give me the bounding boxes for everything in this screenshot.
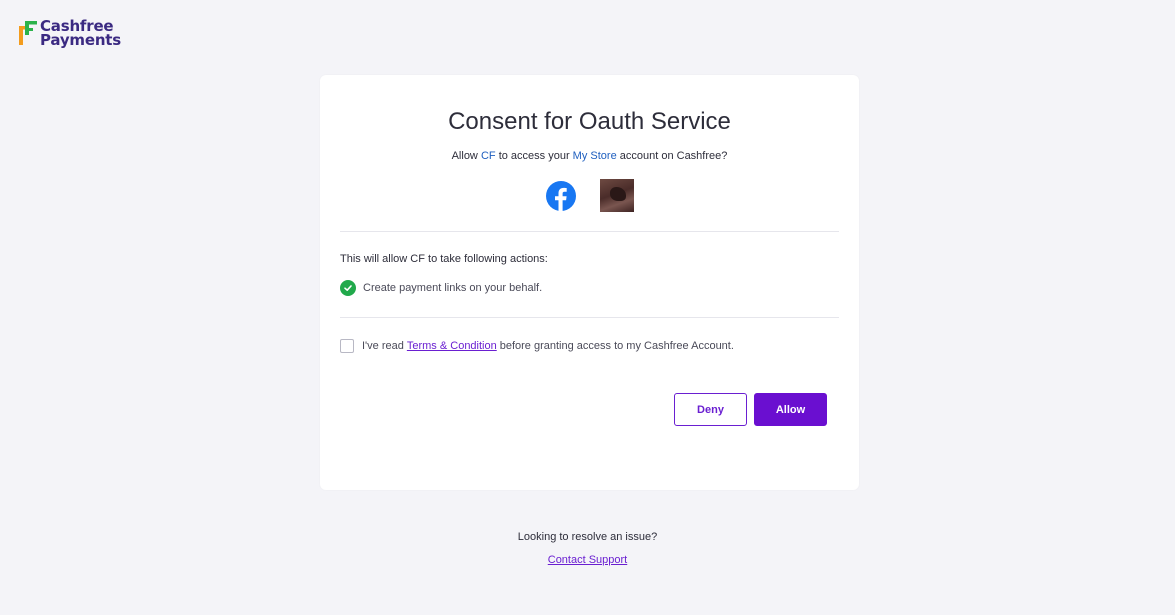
help-question: Looking to resolve an issue?	[517, 531, 658, 543]
page-title: Consent for Oauth Service	[448, 108, 731, 135]
consent-suffix: before granting access to my Cashfree Ac…	[499, 340, 734, 352]
allow-button[interactable]: Allow	[754, 393, 827, 426]
check-circle-icon	[340, 280, 356, 296]
contact-support-link[interactable]: Contact Support	[548, 554, 628, 566]
divider	[340, 231, 839, 232]
cashfree-logo-mark-icon	[19, 21, 37, 45]
action-item: Create payment links on your behalf.	[340, 280, 542, 296]
divider	[340, 317, 839, 318]
actions-heading: This will allow CF to take following act…	[340, 253, 548, 265]
contact-support: Contact Support	[0, 554, 1175, 566]
consent-card: Consent for Oauth Service Allow CF to ac…	[320, 75, 859, 490]
terms-checkbox[interactable]	[340, 339, 354, 353]
brand-name: Cashfree Payments	[40, 19, 122, 49]
facebook-icon	[545, 180, 576, 211]
store-name: My Store	[572, 150, 617, 162]
cashfree-logo[interactable]: Cashfree Payments	[18, 19, 122, 49]
consent-prefix: I've read	[362, 340, 404, 352]
subtitle-suffix: account on Cashfree?	[619, 150, 728, 162]
consent-question: Allow CF to access your My Store account…	[320, 150, 859, 162]
brand-line-2: Payments	[40, 31, 122, 49]
subtitle-allow: Allow	[451, 150, 478, 162]
action-label: Create payment links on your behalf.	[363, 282, 543, 294]
terms-consent: I've read Terms & Condition before grant…	[340, 339, 734, 353]
subtitle-to-access: to access your	[498, 150, 570, 162]
deny-button[interactable]: Deny	[674, 393, 747, 426]
terms-link[interactable]: Terms & Condition	[407, 340, 497, 352]
store-avatar	[599, 179, 634, 212]
app-name: CF	[480, 150, 496, 162]
connection-icons	[320, 179, 859, 212]
